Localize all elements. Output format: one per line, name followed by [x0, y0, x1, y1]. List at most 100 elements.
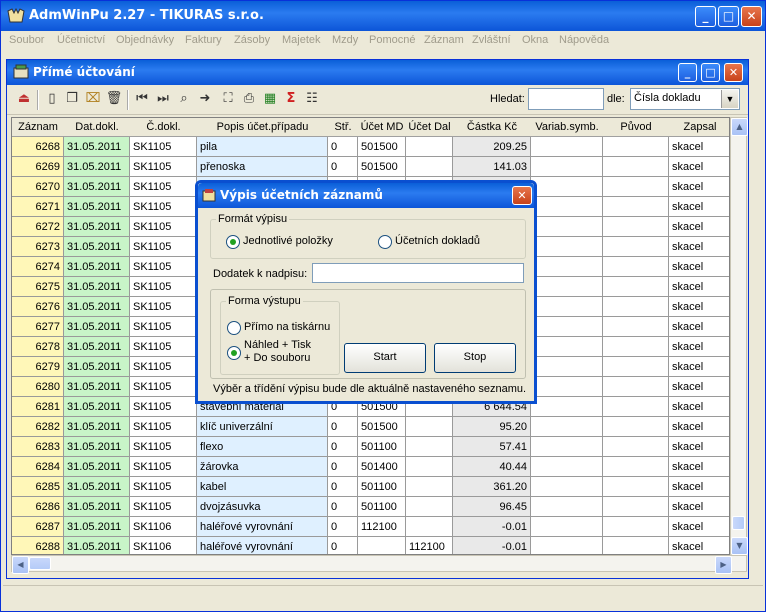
cell-origin[interactable]: [603, 477, 669, 497]
cell-var-symbol[interactable]: [531, 377, 603, 397]
cell-origin[interactable]: [603, 197, 669, 217]
cell-origin[interactable]: [603, 257, 669, 277]
cell-account-dal[interactable]: [406, 517, 453, 537]
cell-origin[interactable]: [603, 417, 669, 437]
child-maximize-button[interactable]: □: [701, 63, 720, 82]
col-description-header[interactable]: Popis účet.případu: [197, 118, 329, 137]
last-record-icon[interactable]: ⏭: [154, 90, 172, 108]
cell-amount[interactable]: 95.20: [453, 417, 531, 437]
cell-author[interactable]: skacel: [669, 537, 729, 554]
first-record-icon[interactable]: ⏮: [133, 90, 151, 108]
cell-doc-number[interactable]: SK1105: [130, 297, 197, 317]
cell-doc-number[interactable]: SK1106: [130, 517, 197, 537]
minimize-button[interactable]: _: [695, 6, 716, 27]
cell-date[interactable]: 31.05.2011: [64, 277, 130, 297]
print-icon[interactable]: ⎙: [240, 90, 258, 108]
cell-date[interactable]: 31.05.2011: [64, 437, 130, 457]
cell-date[interactable]: 31.05.2011: [64, 297, 130, 317]
cell-doc-number[interactable]: SK1105: [130, 177, 197, 197]
cell-center[interactable]: 0: [328, 477, 358, 497]
cell-var-symbol[interactable]: [531, 157, 603, 177]
cell-author[interactable]: skacel: [669, 357, 729, 377]
menu-soubor[interactable]: Soubor: [9, 34, 44, 46]
cell-date[interactable]: 31.05.2011: [64, 517, 130, 537]
cell-account-dal[interactable]: [406, 457, 453, 477]
cell-origin[interactable]: [603, 137, 669, 157]
cell-origin[interactable]: [603, 217, 669, 237]
cell-var-symbol[interactable]: [531, 537, 603, 554]
cell-origin[interactable]: [603, 497, 669, 517]
cell-date[interactable]: 31.05.2011: [64, 157, 130, 177]
cell-account-md[interactable]: 501100: [358, 497, 406, 517]
cell-date[interactable]: 31.05.2011: [64, 537, 130, 554]
cell-zaznam[interactable]: 6276: [12, 297, 64, 317]
cell-origin[interactable]: [603, 377, 669, 397]
radio-printer-label[interactable]: Přímo na tiskárnu: [244, 321, 330, 333]
menu-majetek[interactable]: Majetek: [282, 34, 321, 46]
cell-zaznam[interactable]: 6279: [12, 357, 64, 377]
cell-var-symbol[interactable]: [531, 297, 603, 317]
hscroll-thumb[interactable]: [29, 557, 51, 570]
cell-doc-number[interactable]: SK1106: [130, 537, 197, 554]
cell-author[interactable]: skacel: [669, 237, 729, 257]
cell-doc-number[interactable]: SK1105: [130, 257, 197, 277]
cell-author[interactable]: skacel: [669, 477, 729, 497]
cell-account-dal[interactable]: [406, 417, 453, 437]
scroll-right-icon[interactable]: ▶: [715, 556, 732, 574]
col-account-md-header[interactable]: Účet MD: [358, 118, 407, 137]
cell-center[interactable]: 0: [328, 437, 358, 457]
cell-amount[interactable]: 209.25: [453, 137, 531, 157]
col-account-dal-header[interactable]: Účet Dal: [406, 118, 454, 137]
radio-items-label[interactable]: Jednotlivé položky: [243, 235, 333, 247]
cell-author[interactable]: skacel: [669, 497, 729, 517]
cell-doc-number[interactable]: SK1105: [130, 497, 197, 517]
scroll-down-icon[interactable]: ▼: [731, 537, 748, 555]
cell-origin[interactable]: [603, 177, 669, 197]
cell-author[interactable]: skacel: [669, 437, 729, 457]
cell-center[interactable]: 0: [328, 157, 358, 177]
cell-zaznam[interactable]: 6270: [12, 177, 64, 197]
cell-author[interactable]: skacel: [669, 277, 729, 297]
go-arrow-icon[interactable]: ➜: [196, 90, 214, 108]
cell-doc-number[interactable]: SK1105: [130, 137, 197, 157]
cell-doc-number[interactable]: SK1105: [130, 317, 197, 337]
cell-doc-number[interactable]: SK1105: [130, 277, 197, 297]
cell-account-dal[interactable]: 112100: [406, 537, 453, 554]
cell-date[interactable]: 31.05.2011: [64, 357, 130, 377]
menu-mzdy[interactable]: Mzdy: [332, 34, 358, 46]
cell-author[interactable]: skacel: [669, 397, 729, 417]
export-excel-icon[interactable]: ▦: [261, 90, 279, 108]
copy-record-icon[interactable]: ❐: [63, 90, 81, 108]
cell-origin[interactable]: [603, 457, 669, 477]
vertical-scrollbar[interactable]: ▲ ▼: [730, 117, 748, 555]
radio-items[interactable]: [226, 235, 240, 249]
col-center-header[interactable]: Stř.: [328, 118, 359, 137]
cell-center[interactable]: 0: [328, 537, 358, 554]
cell-zaznam[interactable]: 6275: [12, 277, 64, 297]
cell-center[interactable]: 0: [328, 517, 358, 537]
cell-description[interactable]: žárovka: [197, 457, 328, 477]
cell-account-dal[interactable]: [406, 157, 453, 177]
cell-var-symbol[interactable]: [531, 477, 603, 497]
search-icon[interactable]: ⌕: [175, 90, 193, 108]
cell-author[interactable]: skacel: [669, 137, 729, 157]
cell-account-md[interactable]: 501400: [358, 457, 406, 477]
cell-doc-number[interactable]: SK1105: [130, 437, 197, 457]
cell-var-symbol[interactable]: [531, 417, 603, 437]
cell-zaznam[interactable]: 6286: [12, 497, 64, 517]
cell-zaznam[interactable]: 6268: [12, 137, 64, 157]
cell-amount[interactable]: 40.44: [453, 457, 531, 477]
cell-author[interactable]: skacel: [669, 337, 729, 357]
cell-date[interactable]: 31.05.2011: [64, 257, 130, 277]
cell-description[interactable]: haléřové vyrovnání: [197, 517, 328, 537]
cell-date[interactable]: 31.05.2011: [64, 317, 130, 337]
radio-docs[interactable]: [378, 235, 392, 249]
cell-date[interactable]: 31.05.2011: [64, 497, 130, 517]
cell-center[interactable]: 0: [328, 497, 358, 517]
cell-origin[interactable]: [603, 537, 669, 554]
cell-account-dal[interactable]: [406, 437, 453, 457]
cell-date[interactable]: 31.05.2011: [64, 237, 130, 257]
cell-account-dal[interactable]: [406, 137, 453, 157]
cell-var-symbol[interactable]: [531, 397, 603, 417]
cell-doc-number[interactable]: SK1105: [130, 417, 197, 437]
